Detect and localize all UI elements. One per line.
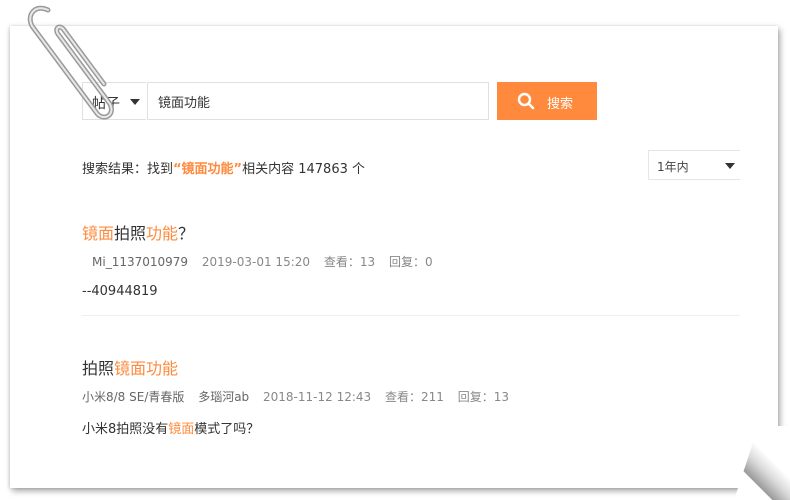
result-meta: 小米8/8 SE/青春版 多瑙河ab 2018-11-12 12:43 查看：2… [82, 388, 519, 405]
view-count: 查看：13 [323, 255, 376, 269]
excerpt-highlight: 镜面 [168, 422, 195, 437]
chevron-down-icon [725, 163, 735, 169]
excerpt-text: 小米8拍照没有 [82, 422, 169, 437]
title-text: 拍照 [82, 359, 115, 378]
post-date: 2019-03-01 15:20 [201, 255, 311, 269]
title-highlight: 镜面 [82, 224, 115, 243]
reply-count: 回复：13 [457, 390, 509, 404]
search-button[interactable]: 搜索 [497, 82, 597, 120]
reply-count: 回复：0 [388, 255, 433, 269]
result-meta: Mi_1137010979 2019-03-01 15:20 查看：13 回复：… [92, 253, 443, 270]
forum-link[interactable]: 小米8/8 SE/青春版 [82, 390, 184, 404]
result-excerpt: --40944819 [82, 284, 158, 299]
summary-suffix: 相关内容 147863 个 [242, 162, 366, 177]
search-icon [517, 92, 535, 110]
title-highlight: 镜面功能 [114, 359, 179, 378]
author-link[interactable]: 多瑙河ab [198, 390, 249, 404]
result-title-link[interactable]: 镜面拍照功能？ [82, 220, 194, 244]
result-divider [82, 315, 740, 316]
post-date: 2018-11-12 12:43 [263, 390, 372, 404]
view-count: 查看：211 [384, 390, 444, 404]
author-link[interactable]: Mi_1137010979 [92, 255, 188, 269]
title-highlight: 功能 [146, 224, 179, 243]
search-type-dropdown[interactable]: 帖子 [82, 82, 146, 120]
time-filter-dropdown[interactable]: 1年内 [648, 150, 740, 180]
chevron-down-icon [130, 99, 140, 105]
summary-keyword: “镜面功能” [173, 162, 243, 177]
excerpt-text: 模式了吗？ [194, 422, 260, 437]
summary-prefix: 搜索结果：找到 [82, 162, 174, 177]
title-text: 拍照 [114, 224, 147, 243]
time-filter-label: 1年内 [657, 160, 689, 174]
search-input[interactable] [147, 82, 489, 120]
result-excerpt: 小米8拍照没有镜面模式了吗？ [82, 418, 259, 437]
title-text: ？ [178, 224, 195, 243]
result-summary: 搜索结果：找到“镜面功能”相关内容 147863 个 [82, 158, 365, 177]
search-button-label: 搜索 [547, 97, 574, 112]
search-type-label: 帖子 [92, 96, 120, 112]
result-title-link[interactable]: 拍照镜面功能 [82, 355, 178, 379]
